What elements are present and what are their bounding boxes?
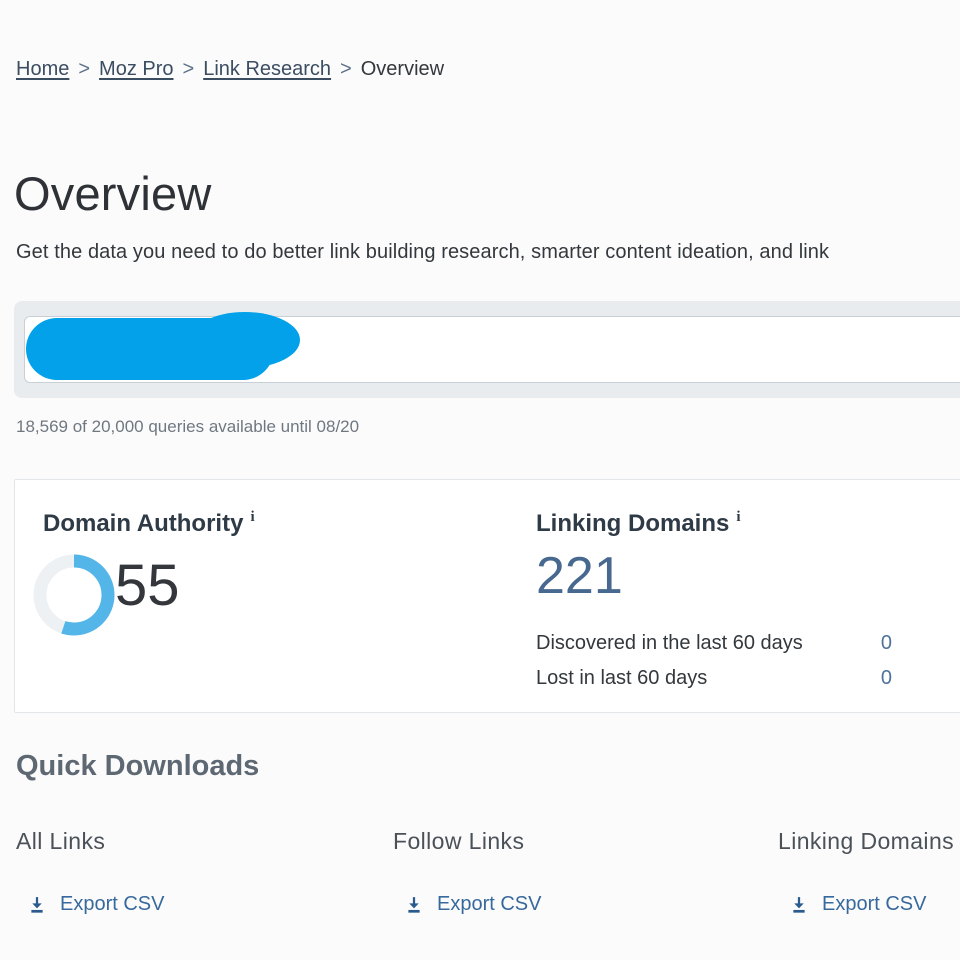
follow-links-export-csv-link[interactable]: Export CSV	[405, 893, 541, 916]
all-links-label: All Links	[16, 828, 164, 855]
quick-download-all-links: All Links Export CSV	[16, 828, 164, 916]
linking-domains-heading: Linking Domains i	[536, 509, 741, 538]
breadcrumb-home-link[interactable]: Home	[16, 58, 69, 80]
domain-authority-heading: Domain Authority i	[43, 509, 255, 538]
discovered-row: Discovered in the last 60 days 0	[536, 632, 892, 655]
download-icon	[28, 896, 46, 914]
moz-pro-overview-page: Home > Moz Pro > Link Research > Overview Over…	[0, 0, 960, 960]
all-links-export-csv-link[interactable]: Export CSV	[28, 893, 164, 916]
info-icon[interactable]: i	[736, 509, 740, 525]
queries-available-note: 18,569 of 20,000 queries available until…	[16, 417, 359, 437]
breadcrumb-current-overview: Overview	[361, 58, 444, 80]
linking-domains-column-label: Linking Domains	[778, 828, 954, 855]
page-subtitle: Get the data you need to do better link …	[16, 241, 960, 264]
breadcrumb-separator: >	[183, 58, 195, 80]
breadcrumb-separator: >	[78, 58, 90, 80]
domain-authority-label: Domain Authority	[43, 510, 243, 537]
quick-download-follow-links: Follow Links Export CSV	[393, 828, 541, 916]
linking-domains-label: Linking Domains	[536, 510, 729, 537]
follow-links-label: Follow Links	[393, 828, 541, 855]
export-csv-label: Export CSV	[437, 893, 541, 916]
lost-row: Lost in last 60 days 0	[536, 667, 892, 690]
download-icon	[405, 896, 423, 914]
quick-download-linking-domains: Linking Domains Export CSV	[778, 828, 954, 916]
linking-domains-export-csv-link[interactable]: Export CSV	[790, 893, 954, 916]
redaction-scribble	[190, 312, 300, 368]
breadcrumb-moz-pro-link[interactable]: Moz Pro	[99, 58, 173, 80]
lost-value: 0	[881, 667, 892, 690]
domain-authority-value: 55	[115, 552, 180, 619]
breadcrumb-separator: >	[340, 58, 352, 80]
discovered-value: 0	[881, 632, 892, 655]
page-title: Overview	[14, 166, 211, 221]
breadcrumb: Home > Moz Pro > Link Research > Overview	[16, 58, 444, 81]
quick-downloads-title: Quick Downloads	[16, 750, 259, 783]
export-csv-label: Export CSV	[822, 893, 926, 916]
export-csv-label: Export CSV	[60, 893, 164, 916]
linking-domains-value: 221	[536, 546, 623, 606]
domain-authority-donut-chart	[33, 554, 115, 636]
breadcrumb-link-research-link[interactable]: Link Research	[203, 58, 331, 80]
discovered-label: Discovered in the last 60 days	[536, 632, 803, 655]
stats-card: Domain Authority i 55 Linking Domains i 22…	[14, 479, 960, 713]
info-icon[interactable]: i	[250, 509, 254, 525]
download-icon	[790, 896, 808, 914]
lost-label: Lost in last 60 days	[536, 667, 707, 690]
